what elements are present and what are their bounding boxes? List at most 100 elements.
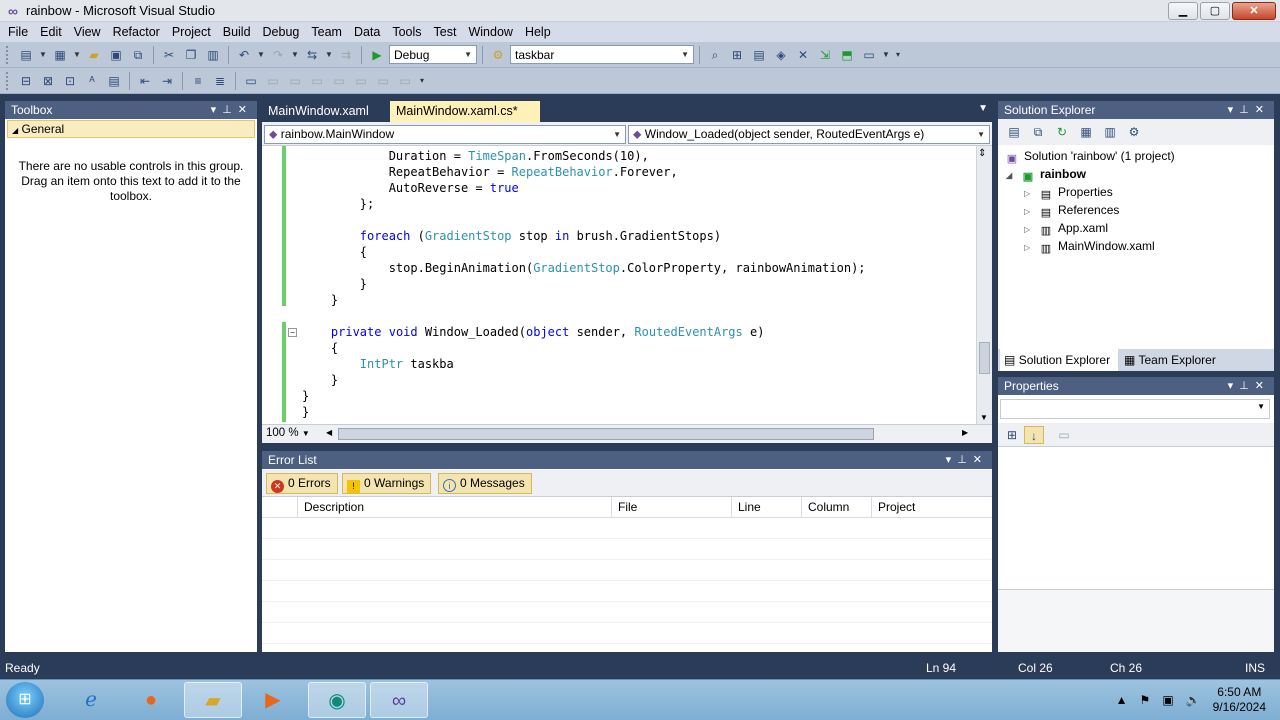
- code-line[interactable]: };: [302, 196, 866, 212]
- complete-word-icon[interactable]: ᴬ: [82, 72, 102, 90]
- maximize-button[interactable]: ▢: [1200, 2, 1230, 20]
- scroll-right-icon[interactable]: ▶: [962, 428, 968, 437]
- menu-refactor[interactable]: Refactor: [107, 22, 166, 42]
- code-line[interactable]: }: [302, 292, 866, 308]
- taskbar-app[interactable]: ◉: [308, 682, 366, 718]
- zoom-level[interactable]: 100 % ▼: [266, 427, 310, 439]
- scroll-down-icon[interactable]: ▼: [980, 413, 988, 422]
- taskbar-internet-explorer[interactable]: ℯ: [62, 682, 120, 718]
- taskbar-firefox[interactable]: ●: [122, 682, 180, 718]
- types-combo[interactable]: ⬥ rainbow.MainWindow ▼: [264, 125, 626, 144]
- close-icon[interactable]: ✕: [238, 104, 253, 116]
- extension-manager-icon[interactable]: ⬒: [837, 46, 857, 64]
- collapse-triangle-icon[interactable]: ◢: [1006, 167, 1020, 185]
- column-line[interactable]: Line: [732, 497, 802, 518]
- column-file[interactable]: File: [612, 497, 732, 518]
- code-line[interactable]: stop.BeginAnimation(GradientStop.ColorPr…: [302, 260, 866, 276]
- undo-icon[interactable]: ↶: [234, 46, 254, 64]
- clear-bookmarks-icon[interactable]: ▭: [395, 72, 415, 90]
- find-in-files-icon[interactable]: ⚙: [488, 46, 508, 64]
- volume-icon[interactable]: 🔈: [1186, 693, 1201, 707]
- pin-icon[interactable]: ⊥: [222, 104, 238, 116]
- display-word-completion-icon[interactable]: ▤: [104, 72, 124, 90]
- properties-window-icon[interactable]: ▤: [749, 46, 769, 64]
- toolbar-options-icon[interactable]: ▾: [417, 72, 427, 90]
- previous-bookmark-folder-icon[interactable]: ▭: [307, 72, 327, 90]
- menu-edit[interactable]: Edit: [34, 22, 68, 42]
- code-line[interactable]: }: [302, 372, 866, 388]
- collapse-region-icon[interactable]: −: [288, 328, 297, 337]
- show-hidden-icons-icon[interactable]: ▲: [1116, 693, 1128, 707]
- command-window-icon[interactable]: ▭: [859, 46, 879, 64]
- tab-team-explorer[interactable]: ▦ Team Explorer: [1120, 349, 1230, 371]
- start-page-icon[interactable]: ⇲: [815, 46, 835, 64]
- menu-view[interactable]: View: [68, 22, 107, 42]
- find-combo[interactable]: taskbar ▼: [510, 45, 694, 64]
- members-combo[interactable]: ⬥ Window_Loaded(object sender, RoutedEve…: [628, 125, 990, 144]
- properties-icon[interactable]: ▤: [1004, 123, 1024, 141]
- new-project-icon[interactable]: ▤: [16, 46, 36, 64]
- list-members-icon[interactable]: ⊟: [16, 72, 36, 90]
- warnings-filter-button[interactable]: ! 0 Warnings: [342, 473, 432, 494]
- quick-info-icon[interactable]: ⊡: [60, 72, 80, 90]
- window-position-icon[interactable]: ▾: [1228, 380, 1240, 392]
- tab-solution-explorer[interactable]: ▤ Solution Explorer: [1000, 349, 1118, 371]
- chevron-down-icon[interactable]: ▼: [72, 46, 82, 64]
- column-type[interactable]: [262, 497, 298, 518]
- window-position-icon[interactable]: ▾: [1228, 104, 1240, 116]
- split-icon[interactable]: ⇕: [978, 148, 986, 159]
- errors-filter-button[interactable]: ✕ 0 Errors: [266, 473, 338, 494]
- close-icon[interactable]: ✕: [1255, 380, 1270, 392]
- code-line[interactable]: {: [302, 244, 866, 260]
- properties-object-select[interactable]: ▼: [1000, 399, 1270, 419]
- close-button[interactable]: ✕: [1232, 2, 1276, 20]
- view-code-icon[interactable]: ▦: [1076, 123, 1096, 141]
- code-line[interactable]: AutoReverse = true: [302, 180, 866, 196]
- vertical-scrollbar[interactable]: ⇕ ▼: [976, 146, 992, 424]
- menu-window[interactable]: Window: [462, 22, 518, 42]
- toolbar-options-icon[interactable]: ▾: [893, 46, 903, 64]
- window-position-icon[interactable]: ▾: [946, 454, 958, 466]
- code-line[interactable]: private void Window_Loaded(object sender…: [302, 324, 866, 340]
- tree-item-references[interactable]: ▷ ▤ References: [1024, 201, 1119, 219]
- code-line[interactable]: foreach (GradientStop stop in brush.Grad…: [302, 228, 866, 244]
- chevron-down-icon[interactable]: ▼: [290, 46, 300, 64]
- toolbar-grip[interactable]: [6, 71, 10, 90]
- code-line[interactable]: Duration = TimeSpan.FromSeconds(10),: [302, 148, 866, 164]
- code-line[interactable]: }: [302, 404, 866, 420]
- object-browser-icon[interactable]: ◈: [771, 46, 791, 64]
- toolbar-grip[interactable]: [6, 45, 10, 64]
- close-icon[interactable]: ✕: [973, 454, 988, 466]
- open-file-icon[interactable]: ▰: [84, 46, 104, 64]
- taskbar-file-explorer[interactable]: ▰: [184, 682, 242, 718]
- categorized-icon[interactable]: ⊞: [1002, 426, 1022, 444]
- decrease-indent-icon[interactable]: ⇤: [135, 72, 155, 90]
- code-line[interactable]: IntPtr taskba: [302, 356, 866, 372]
- menu-data[interactable]: Data: [348, 22, 386, 42]
- pin-icon[interactable]: ⊥: [957, 454, 973, 466]
- pin-icon[interactable]: ⊥: [1239, 104, 1255, 116]
- menu-debug[interactable]: Debug: [257, 22, 306, 42]
- scroll-thumb[interactable]: [979, 342, 990, 374]
- toggle-bookmark-icon[interactable]: ▭: [241, 72, 261, 90]
- next-bookmark-folder-icon[interactable]: ▭: [329, 72, 349, 90]
- menu-project[interactable]: Project: [166, 22, 217, 42]
- redo-icon[interactable]: ↷: [268, 46, 288, 64]
- column-column[interactable]: Column: [802, 497, 872, 518]
- menu-file[interactable]: File: [2, 22, 34, 42]
- column-description[interactable]: Description: [298, 497, 612, 518]
- clock[interactable]: 6:50 AM 9/16/2024: [1213, 685, 1266, 715]
- code-line[interactable]: }: [302, 388, 866, 404]
- messages-filter-button[interactable]: i 0 Messages: [438, 473, 532, 494]
- solution-configuration-select[interactable]: Debug ▼: [389, 45, 477, 64]
- window-position-icon[interactable]: ▾: [211, 104, 223, 116]
- next-bookmark-icon[interactable]: ▭: [285, 72, 305, 90]
- taskbar-visual-studio[interactable]: ∞: [370, 682, 428, 718]
- taskbar-media-player[interactable]: ▶: [244, 682, 302, 718]
- alphabetical-icon[interactable]: ↓: [1024, 426, 1044, 444]
- start-button[interactable]: ⊞: [6, 682, 44, 718]
- chevron-down-icon[interactable]: ▼: [881, 46, 891, 64]
- start-debugging-icon[interactable]: ▶: [367, 46, 387, 64]
- show-all-files-icon[interactable]: ⧉: [1028, 123, 1048, 141]
- menu-team[interactable]: Team: [305, 22, 348, 42]
